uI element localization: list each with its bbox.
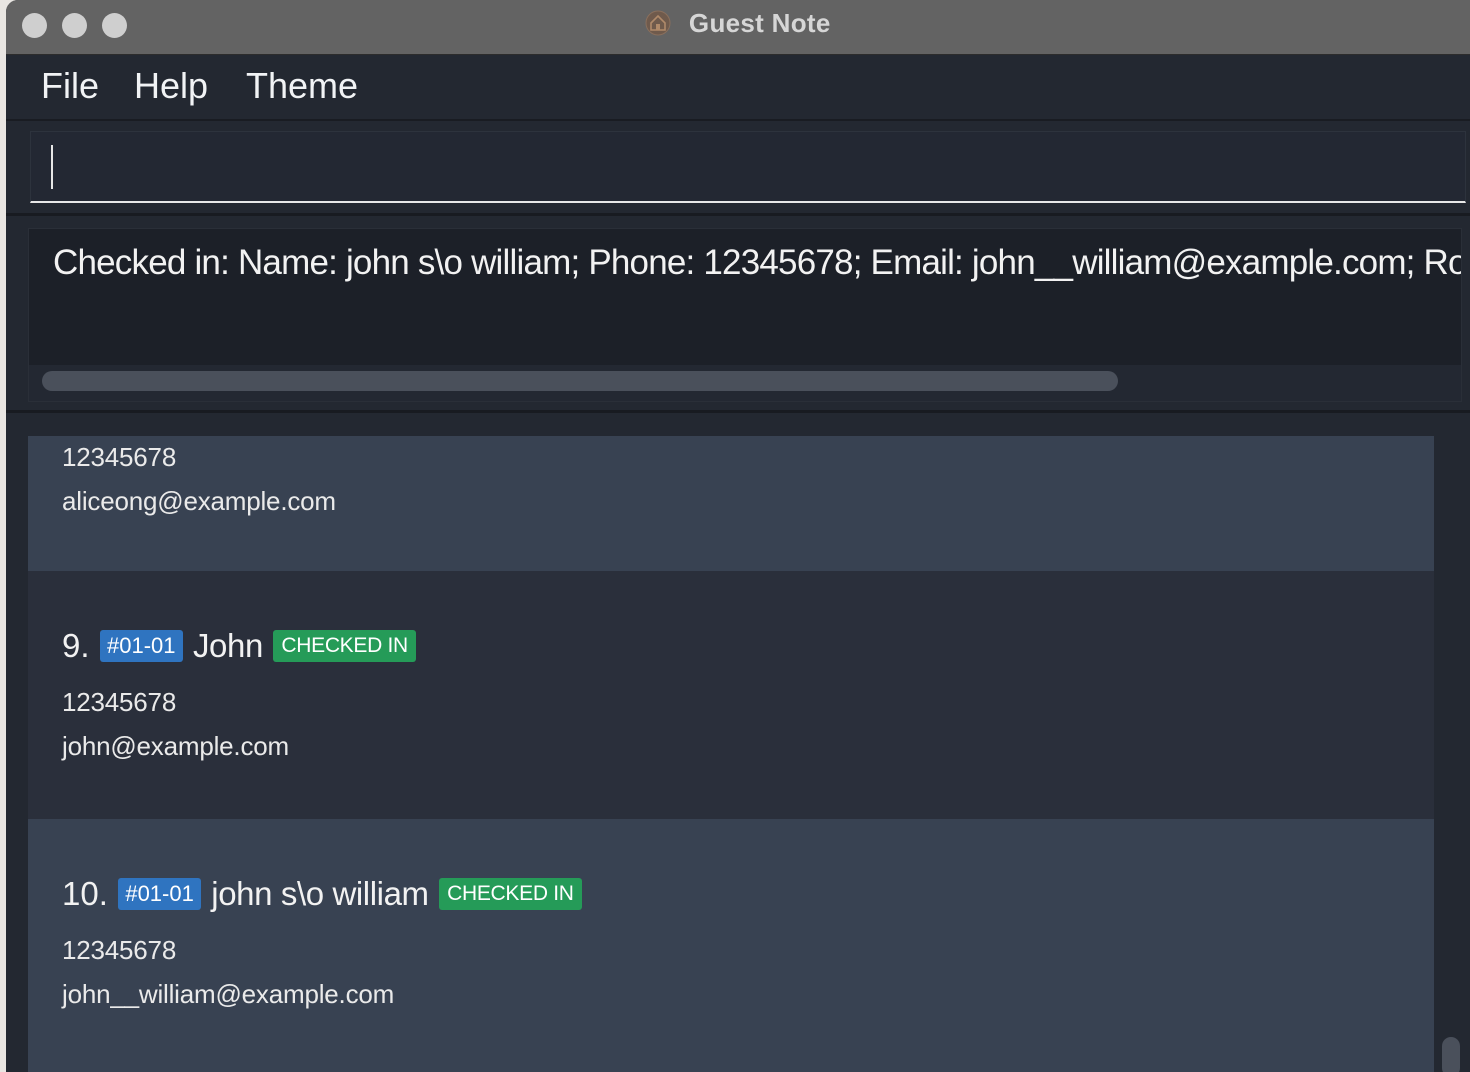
command-area (6, 121, 1470, 216)
room-tag: #01-01 (99, 630, 183, 662)
guest-email: aliceong@example.com (62, 486, 336, 516)
window-title-group: Guest Note (6, 8, 1470, 43)
result-scroll-thumb[interactable] (42, 371, 1118, 391)
menu-bar: File Help Theme (6, 55, 1470, 121)
guest-header: 10. #01-01 john s\o william CHECKED IN (62, 875, 582, 913)
guest-card[interactable]: 9. #01-01 John CHECKED IN 12345678 john@… (28, 571, 1434, 819)
app-home-icon (645, 10, 671, 43)
guest-name: John (192, 627, 263, 664)
guest-card[interactable]: 12345678 aliceong@example.com (28, 436, 1434, 571)
guest-phone: 12345678 (62, 687, 177, 717)
guest-phone: 12345678 (62, 442, 177, 472)
guest-list: 12345678 aliceong@example.com 9. #01-01 … (6, 413, 1470, 1072)
status-badge: CHECKED IN (439, 878, 582, 910)
result-horizontal-scrollbar[interactable] (29, 365, 1461, 401)
status-badge: CHECKED IN (273, 630, 416, 662)
app-window: Guest Note File Help Theme Checked in: N… (6, 0, 1470, 1072)
menu-theme[interactable]: Theme (246, 65, 358, 107)
text-caret (51, 145, 53, 189)
guest-phone: 12345678 (62, 935, 177, 965)
result-message: Checked in: Name: john s\o william; Phon… (53, 243, 1461, 282)
menu-help[interactable]: Help (134, 65, 208, 107)
room-tag: #01-01 (118, 878, 201, 910)
menu-file[interactable]: File (41, 65, 99, 107)
result-display: Checked in: Name: john s\o william; Phon… (28, 228, 1462, 402)
guest-email: john__william@example.com (62, 979, 395, 1009)
guest-index: 9. (62, 627, 90, 664)
list-scroll-thumb[interactable] (1442, 1037, 1460, 1072)
title-bar: Guest Note (6, 0, 1470, 55)
command-box (30, 131, 1466, 203)
guest-card[interactable]: 10. #01-01 john s\o william CHECKED IN 1… (28, 819, 1434, 1072)
window-title: Guest Note (688, 8, 831, 38)
guest-index: 10. (62, 875, 108, 912)
guest-header: 9. #01-01 John CHECKED IN (62, 627, 416, 665)
guest-email: john@example.com (62, 731, 289, 761)
command-input[interactable] (31, 132, 1465, 201)
guest-name: john s\o william (211, 875, 429, 912)
result-display-area: Checked in: Name: john s\o william; Phon… (6, 216, 1470, 413)
